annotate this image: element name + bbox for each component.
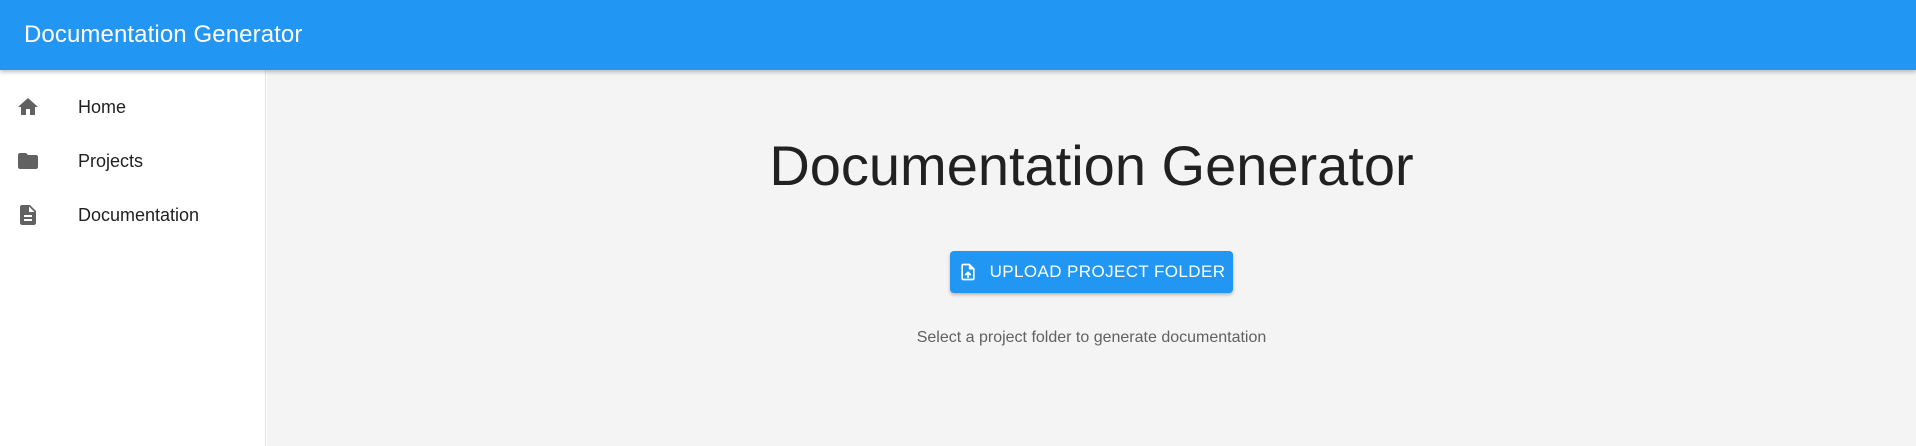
file-upload-icon [960,263,975,281]
upload-button-label: UPLOAD PROJECT FOLDER [989,262,1226,281]
sidebar-item-label: Documentation [78,204,200,225]
app-bar: Documentation Generator [0,0,1916,70]
upload-project-folder-button[interactable]: UPLOAD PROJECT FOLDER [950,251,1233,293]
document-icon [16,203,40,227]
sidebar: Home Projects Documentation [0,70,266,446]
sidebar-item-projects[interactable]: Projects [0,134,265,188]
page-title: Documentation Generator [769,134,1414,197]
sidebar-item-label: Home [78,96,127,117]
sidebar-item-home[interactable]: Home [0,80,265,134]
folder-icon [16,149,40,173]
sidebar-item-label: Projects [78,150,144,171]
helper-text: Select a project folder to generate docu… [916,329,1267,346]
app-title: Documentation Generator [24,21,303,48]
home-icon [16,95,40,119]
main-content: Documentation Generator UPLOAD PROJECT F… [267,70,1916,446]
sidebar-item-documentation[interactable]: Documentation [0,188,265,242]
